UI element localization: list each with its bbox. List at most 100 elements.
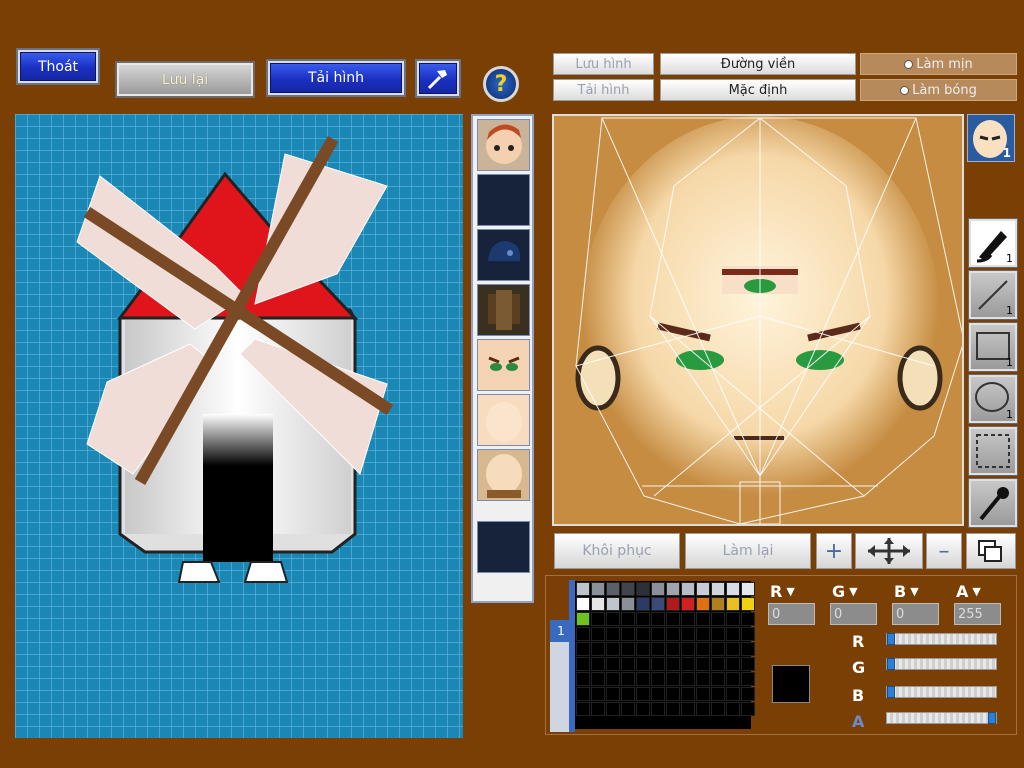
g-slider-knob[interactable] [887,658,895,670]
thumb-face-eyes[interactable] [477,339,530,391]
move-button[interactable] [855,533,923,569]
palette-swatch[interactable] [636,627,650,641]
model-preview-canvas[interactable] [15,114,463,738]
palette-swatch[interactable] [576,702,590,716]
r-value-field[interactable]: 0 [768,603,815,625]
layer-button[interactable] [966,533,1016,569]
palette-swatch[interactable] [681,612,695,626]
palette-swatch[interactable] [696,702,710,716]
b-channel-label[interactable]: B ▼ [894,580,934,602]
restore-button[interactable]: Khôi phục [554,533,680,569]
palette-swatch[interactable] [606,582,620,596]
palette-swatch[interactable] [606,627,620,641]
palette-swatch[interactable] [726,672,740,686]
palette-swatch[interactable] [576,687,590,701]
palette-swatch[interactable] [741,657,755,671]
palette-swatch[interactable] [636,597,650,611]
palette-swatch[interactable] [711,582,725,596]
palette-swatch[interactable] [726,582,740,596]
palette-swatch[interactable] [711,702,725,716]
brush-tool[interactable]: 1 [968,218,1018,268]
palette-swatch[interactable] [651,642,665,656]
palette-swatch[interactable] [576,597,590,611]
thumb-empty-slot[interactable] [477,521,530,573]
palette-swatch[interactable] [726,627,740,641]
palette-grid[interactable] [575,581,755,729]
palette-swatch[interactable] [741,642,755,656]
palette-swatch[interactable] [711,672,725,686]
thumb-armor[interactable] [477,284,530,336]
palette-swatch[interactable] [741,702,755,716]
palette-swatch[interactable] [696,597,710,611]
palette-swatch[interactable] [591,627,605,641]
palette-swatch[interactable] [651,627,665,641]
palette-swatch[interactable] [621,627,635,641]
palette-swatch[interactable] [621,597,635,611]
palette-swatch[interactable] [741,597,755,611]
palette-swatch[interactable] [696,642,710,656]
redo-button[interactable]: Làm lại [685,533,811,569]
ellipse-tool[interactable]: 1 [968,374,1018,424]
palette-swatch[interactable] [681,642,695,656]
palette-swatch[interactable] [621,702,635,716]
thumb-character-head[interactable] [477,119,530,171]
palette-swatch[interactable] [711,657,725,671]
a-slider-knob[interactable] [988,712,996,724]
palette-swatch[interactable] [576,672,590,686]
g-channel-label[interactable]: G ▼ [832,580,872,602]
palette-swatch[interactable] [606,672,620,686]
zoom-out-button[interactable]: – [926,533,962,569]
outline-button[interactable]: Đường viền [660,53,856,75]
selection-tool[interactable] [968,426,1018,476]
palette-swatch[interactable] [591,642,605,656]
palette-swatch[interactable] [576,657,590,671]
palette-swatch[interactable] [681,702,695,716]
exit-button[interactable]: Thoát [16,48,100,85]
palette-swatch[interactable] [636,582,650,596]
palette-swatch[interactable] [606,642,620,656]
palette-swatch[interactable] [606,702,620,716]
save-button[interactable]: Lưu lại [115,61,255,98]
palette-swatch[interactable] [711,612,725,626]
palette-swatch[interactable] [666,582,680,596]
palette-swatch[interactable] [711,642,725,656]
texture-editor-canvas[interactable] [552,114,964,526]
a-slider[interactable] [886,712,997,724]
palette-swatch[interactable] [726,657,740,671]
b-value-field[interactable]: 0 [892,603,939,625]
palette-swatch[interactable] [651,612,665,626]
a-channel-label[interactable]: A ▼ [956,580,996,602]
palette-swatch[interactable] [576,612,590,626]
b-slider-knob[interactable] [887,686,895,698]
palette-swatch[interactable] [711,627,725,641]
palette-swatch[interactable] [606,612,620,626]
palette-swatch[interactable] [651,687,665,701]
palette-swatch[interactable] [591,702,605,716]
palette-swatch[interactable] [726,687,740,701]
a-value-field[interactable]: 255 [954,603,1001,625]
thumb-helmet[interactable] [477,229,530,281]
shine-radio[interactable]: Làm bóng [860,79,1017,101]
r-slider-knob[interactable] [887,633,895,645]
palette-swatch[interactable] [576,642,590,656]
palette-swatch[interactable] [666,627,680,641]
thumb-empty-slot[interactable] [477,174,530,226]
palette-swatch[interactable] [636,702,650,716]
palette-swatch[interactable] [651,657,665,671]
palette-swatch[interactable] [651,597,665,611]
palette-swatch[interactable] [681,687,695,701]
palette-swatch[interactable] [681,627,695,641]
palette-swatch[interactable] [666,642,680,656]
palette-swatch[interactable] [666,612,680,626]
palette-swatch[interactable] [636,612,650,626]
palette-swatch[interactable] [741,672,755,686]
thumb-face-blank[interactable] [477,449,530,501]
palette-swatch[interactable] [621,657,635,671]
default-button[interactable]: Mặc định [660,79,856,101]
palette-swatch[interactable] [696,657,710,671]
smooth-radio[interactable]: Làm mịn [860,53,1017,75]
palette-swatch[interactable] [696,627,710,641]
palette-swatch[interactable] [606,657,620,671]
palette-swatch[interactable] [681,597,695,611]
palette-swatch[interactable] [681,657,695,671]
